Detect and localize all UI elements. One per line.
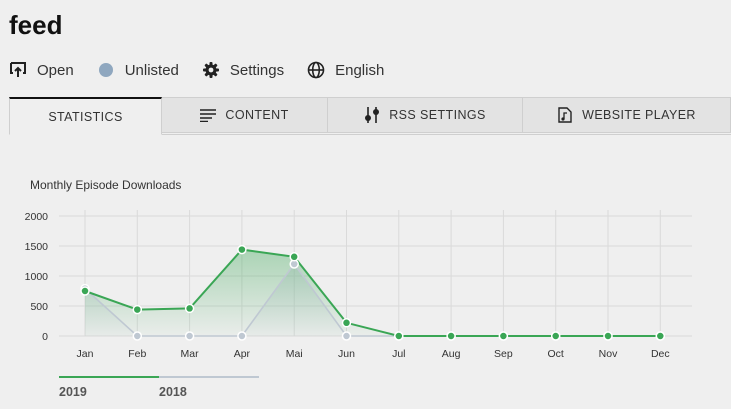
data-point-2019 [132, 304, 143, 315]
x-tick-label: Nov [599, 348, 618, 360]
visibility-action[interactable]: Unlisted [97, 61, 179, 79]
x-axis-labels: Jan Feb Mar Apr Mai Jun Jul Aug Sep Oct Nov Dec [77, 348, 670, 360]
tab-website-player[interactable]: WEBSITE PLAYER [523, 97, 731, 133]
y-tick-label: 1500 [25, 241, 49, 253]
sliders-icon [364, 107, 380, 123]
data-point-2019 [603, 331, 613, 341]
settings-action[interactable]: Settings [202, 61, 284, 79]
gear-icon [202, 61, 220, 79]
chart-areas [85, 249, 661, 336]
page-title: feed [9, 10, 63, 40]
data-point-2018 [184, 331, 195, 341]
action-bar: Open Unlisted Settings English [9, 61, 407, 79]
x-tick-label: Jul [392, 348, 405, 360]
language-action[interactable]: English [307, 61, 384, 79]
legend-item-2018[interactable]: 2018 [159, 376, 259, 402]
status-dot-icon [97, 61, 115, 79]
data-point-2019 [498, 331, 509, 341]
series-area-2019 [85, 249, 661, 336]
data-point-2019 [550, 331, 561, 341]
data-point-2019 [184, 303, 195, 314]
x-tick-label: Sep [494, 348, 513, 360]
tab-website-player-label: WEBSITE PLAYER [582, 108, 696, 122]
chart-title: Monthly Episode Downloads [30, 178, 182, 192]
x-tick-label: Oct [548, 348, 564, 360]
legend-label-2019: 2019 [59, 385, 87, 399]
tab-rss-settings-label: RSS SETTINGS [389, 108, 486, 122]
y-tick-label: 1000 [25, 271, 49, 283]
open-external-icon [9, 61, 27, 79]
visibility-label: Unlisted [124, 61, 179, 79]
x-tick-label: Jun [338, 348, 355, 360]
y-tick-label: 2000 [25, 211, 49, 223]
tab-content[interactable]: CONTENT [162, 97, 328, 133]
data-point-2019 [655, 331, 666, 341]
x-tick-label: Jan [77, 348, 94, 360]
tab-rss-settings[interactable]: RSS SETTINGS [328, 97, 523, 133]
x-tick-label: Feb [128, 348, 146, 360]
y-tick-label: 0 [42, 331, 48, 343]
data-point-2019 [80, 286, 90, 296]
legend-swatch-2018 [159, 376, 259, 378]
data-point-2019 [289, 252, 299, 262]
data-point-2019 [341, 318, 352, 328]
open-label: Open [37, 61, 74, 79]
y-tick-label: 500 [30, 301, 48, 313]
x-tick-label: Dec [651, 348, 670, 360]
data-point-2019 [446, 331, 456, 341]
data-point-2019 [237, 244, 247, 255]
settings-label: Settings [229, 61, 285, 79]
downloads-chart: 0 500 1000 1500 2000 Jan Feb Mar Apr Mai Jun Jul Au… [25, 210, 692, 360]
data-point-2018 [237, 331, 247, 341]
legend-label-2018: 2018 [159, 385, 187, 399]
data-point-2019 [394, 331, 404, 341]
x-tick-label: Apr [234, 348, 251, 360]
tab-bar: STATISTICS CONTENT RSS SETTINGS WEBSITE … [9, 97, 731, 135]
tab-statistics[interactable]: STATISTICS [9, 97, 162, 135]
globe-icon [307, 61, 325, 79]
legend-item-2019[interactable]: 2019 [59, 376, 159, 402]
music-file-icon [557, 107, 573, 123]
legend-swatch-2019 [59, 376, 159, 378]
list-icon [200, 107, 217, 123]
tab-statistics-label: STATISTICS [48, 109, 123, 124]
data-point-2018 [132, 331, 143, 341]
data-point-2018 [341, 331, 352, 341]
x-tick-label: Mar [181, 348, 200, 360]
x-tick-label: Aug [442, 348, 461, 360]
open-action[interactable]: Open [9, 61, 74, 79]
tab-content-label: CONTENT [225, 108, 289, 122]
x-tick-label: Mai [286, 348, 303, 360]
language-label: English [335, 61, 385, 79]
y-axis-labels: 0 500 1000 1500 2000 [25, 211, 49, 343]
